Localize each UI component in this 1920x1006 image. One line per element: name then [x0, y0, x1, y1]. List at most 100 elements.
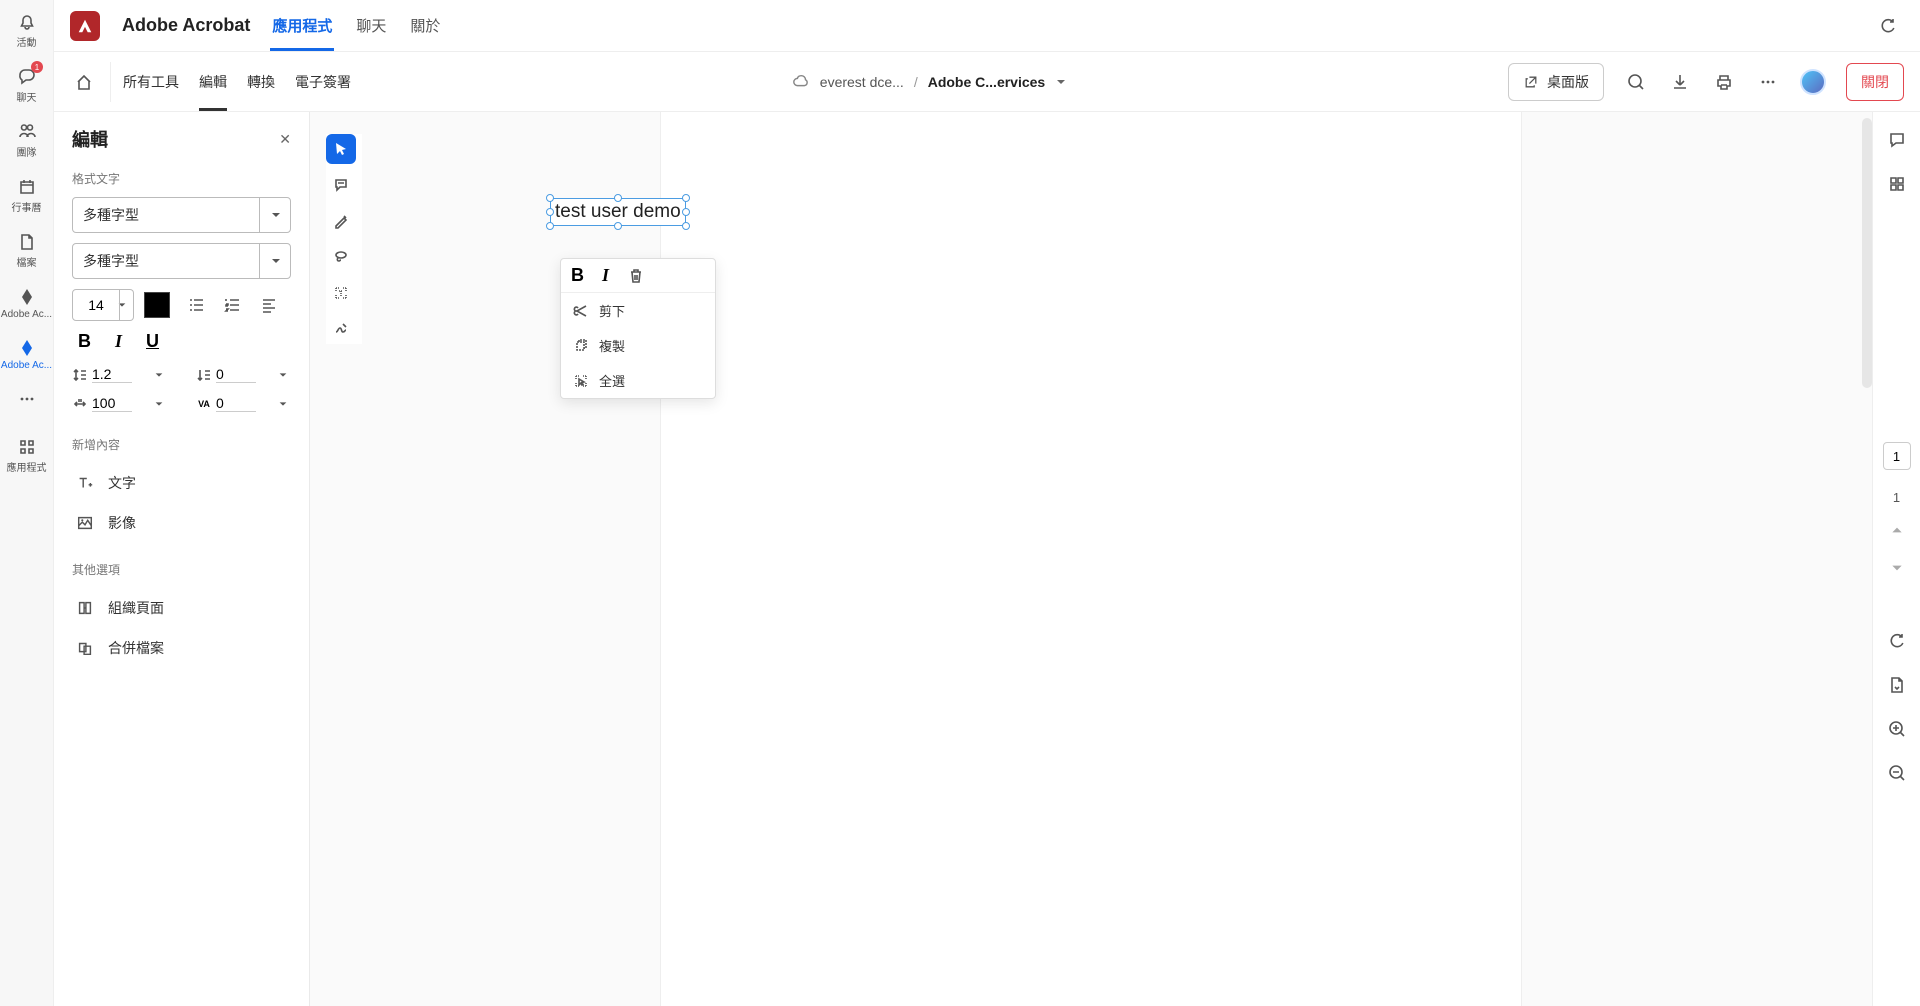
- tracking-input[interactable]: 0: [216, 395, 256, 412]
- text-color-swatch[interactable]: [144, 292, 170, 318]
- avatar[interactable]: [1800, 69, 1826, 95]
- bell-icon: [17, 12, 37, 32]
- tracking-icon: VA: [196, 399, 212, 409]
- fit-page-button[interactable]: [1881, 669, 1913, 701]
- nav-apps-label: 應用程式: [7, 459, 47, 474]
- document-page[interactable]: [661, 112, 1521, 1006]
- add-text-button[interactable]: 文字: [72, 463, 291, 503]
- panel-close[interactable]: ✕: [279, 131, 291, 148]
- combine-files-button[interactable]: 合併檔案: [72, 628, 291, 668]
- bold-button[interactable]: B: [78, 331, 91, 352]
- page-down-button[interactable]: [1884, 555, 1910, 581]
- panels-button[interactable]: [1881, 168, 1913, 200]
- page-up-button[interactable]: [1884, 517, 1910, 543]
- close-button[interactable]: 關閉: [1846, 63, 1904, 101]
- para-spacing-chevron[interactable]: [278, 370, 288, 380]
- resize-handle[interactable]: [682, 222, 690, 230]
- resize-handle[interactable]: [614, 194, 622, 202]
- tab-about[interactable]: 關於: [410, 0, 440, 51]
- acrobat-logo-icon: [76, 17, 94, 35]
- select-tool[interactable]: [326, 134, 356, 164]
- tracking-chevron[interactable]: [278, 399, 288, 409]
- para-spacing-input[interactable]: 0: [216, 366, 256, 383]
- page-number-input[interactable]: 1: [1883, 442, 1911, 470]
- horiz-scale-input[interactable]: 100: [92, 395, 132, 412]
- zoom-out-button[interactable]: [1881, 757, 1913, 789]
- resize-handle[interactable]: [682, 194, 690, 202]
- font-family-chevron[interactable]: [259, 197, 291, 233]
- tab-apps[interactable]: 應用程式: [272, 0, 332, 51]
- cloud-icon: [792, 73, 810, 91]
- rotate-button[interactable]: [1881, 625, 1913, 657]
- ctx-cut[interactable]: 剪下: [561, 293, 715, 328]
- text-select-tool[interactable]: [326, 278, 356, 308]
- ctx-select-all[interactable]: 全選: [561, 363, 715, 398]
- organize-pages-button[interactable]: 組織頁面: [72, 588, 291, 628]
- home-button[interactable]: [60, 62, 111, 102]
- refresh-button[interactable]: [1872, 10, 1904, 42]
- tab-chat[interactable]: 聊天: [356, 0, 386, 51]
- header: Adobe Acrobat 應用程式 聊天 關於: [54, 0, 1920, 52]
- comments-button[interactable]: [1881, 124, 1913, 156]
- desktop-version-button[interactable]: 桌面版: [1508, 63, 1604, 101]
- nav-files[interactable]: 檔案: [0, 228, 53, 273]
- font-style-chevron[interactable]: [259, 243, 291, 279]
- print-button[interactable]: [1712, 70, 1736, 94]
- app-title: Adobe Acrobat: [122, 15, 250, 36]
- resize-handle[interactable]: [682, 208, 690, 216]
- tooltab-esign[interactable]: 電子簽署: [295, 52, 351, 111]
- ctx-italic-button[interactable]: I: [602, 265, 609, 286]
- numbered-list-button[interactable]: [222, 294, 244, 316]
- nav-calendar[interactable]: 行事曆: [0, 173, 53, 218]
- team-icon: [17, 122, 37, 142]
- tooltab-edit[interactable]: 編輯: [199, 52, 227, 111]
- underline-button[interactable]: U: [146, 331, 159, 352]
- app-logo: [70, 11, 100, 41]
- copy-icon: [573, 338, 589, 354]
- breadcrumb-doc[interactable]: Adobe C...ervices: [928, 74, 1046, 90]
- ctx-copy[interactable]: 複製: [561, 328, 715, 363]
- download-button[interactable]: [1668, 70, 1692, 94]
- line-height-input[interactable]: 1.2: [92, 366, 132, 383]
- breadcrumb-location[interactable]: everest dce...: [820, 74, 904, 90]
- ctx-delete-button[interactable]: [627, 267, 645, 285]
- nav-acrobat-2[interactable]: Adobe Ac...: [0, 334, 53, 375]
- italic-button[interactable]: I: [115, 331, 122, 352]
- sign-tool[interactable]: [326, 314, 356, 344]
- scrollbar[interactable]: [1862, 118, 1872, 388]
- highlight-tool[interactable]: [326, 206, 356, 236]
- nav-more[interactable]: [0, 385, 53, 413]
- nav-activity-label: 活動: [17, 34, 37, 49]
- resize-handle[interactable]: [546, 222, 554, 230]
- bullet-list-button[interactable]: [186, 294, 208, 316]
- nav-apps[interactable]: 應用程式: [0, 433, 53, 478]
- nav-chat[interactable]: 1 聊天: [0, 63, 53, 108]
- horiz-scale-chevron[interactable]: [154, 399, 164, 409]
- resize-handle[interactable]: [546, 194, 554, 202]
- more-button[interactable]: [1756, 70, 1780, 94]
- nav-team[interactable]: 團隊: [0, 118, 53, 163]
- nav-activity[interactable]: 活動: [0, 8, 53, 53]
- erase-tool[interactable]: [326, 242, 356, 272]
- tooltab-convert[interactable]: 轉換: [247, 52, 275, 111]
- search-button[interactable]: [1624, 70, 1648, 94]
- comment-tool[interactable]: [326, 170, 356, 200]
- nav-acrobat-1[interactable]: Adobe Ac...: [0, 283, 53, 324]
- align-button[interactable]: [258, 294, 280, 316]
- scissors-icon: [573, 303, 589, 319]
- resize-handle[interactable]: [546, 208, 554, 216]
- resize-handle[interactable]: [614, 222, 622, 230]
- tooltab-all-tools[interactable]: 所有工具: [123, 52, 179, 111]
- font-size-input[interactable]: 14: [72, 289, 120, 321]
- line-height-chevron[interactable]: [154, 370, 164, 380]
- nav-team-label: 團隊: [17, 144, 37, 159]
- zoom-in-button[interactable]: [1881, 713, 1913, 745]
- text-box[interactable]: test user demo: [550, 198, 686, 226]
- ctx-select-all-label: 全選: [599, 371, 625, 390]
- nav-acrobat-2-label: Adobe Ac...: [1, 360, 52, 371]
- more-icon: [1758, 72, 1778, 92]
- chevron-down-icon: [270, 209, 282, 221]
- add-image-button[interactable]: 影像: [72, 503, 291, 543]
- chevron-down-icon[interactable]: [1055, 76, 1067, 88]
- ctx-bold-button[interactable]: B: [571, 265, 584, 286]
